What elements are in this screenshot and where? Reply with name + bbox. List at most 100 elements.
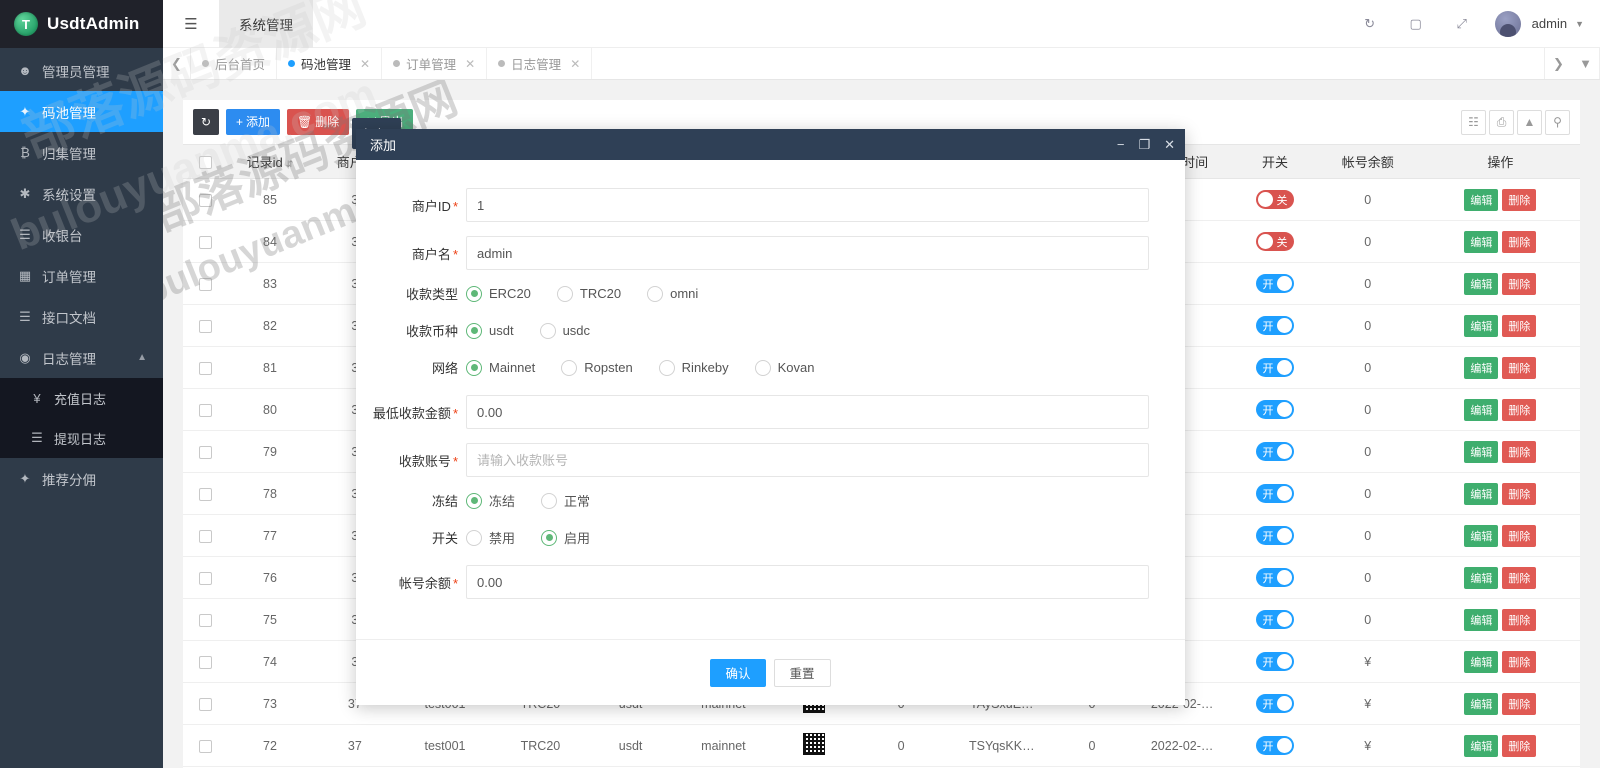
- tab-code-pool[interactable]: 码池管理 ✕: [277, 48, 382, 79]
- radio-switch-启用[interactable]: 启用: [541, 528, 590, 547]
- cell-operations[interactable]: 编辑删除: [1421, 641, 1580, 683]
- edit-button[interactable]: 编辑: [1464, 735, 1498, 757]
- checkbox-icon[interactable]: [199, 156, 212, 169]
- sidebar-item-log-management[interactable]: ◉ 日志管理 ▲: [0, 337, 163, 378]
- cell-switch[interactable]: 开: [1235, 683, 1315, 725]
- sidebar-item-system-settings[interactable]: ✱ 系统设置: [0, 173, 163, 214]
- hamburger-icon[interactable]: ☰: [163, 0, 219, 48]
- edit-button[interactable]: 编辑: [1464, 651, 1498, 673]
- switch-toggle[interactable]: 开: [1256, 442, 1294, 461]
- edit-button[interactable]: 编辑: [1464, 609, 1498, 631]
- row-checkbox[interactable]: [183, 683, 228, 725]
- clear-cache-icon[interactable]: ▢: [1395, 0, 1437, 48]
- row-checkbox[interactable]: [183, 431, 228, 473]
- switch-toggle[interactable]: 关: [1256, 232, 1294, 251]
- switch-toggle[interactable]: 开: [1256, 316, 1294, 335]
- row-checkbox[interactable]: [183, 221, 228, 263]
- delete-row-button[interactable]: 删除: [1502, 525, 1536, 547]
- table-row[interactable]: 7237test001TRC20usdtmainnet0TSYqsKK…0202…: [183, 725, 1580, 767]
- checkbox-icon[interactable]: [199, 236, 212, 249]
- edit-button[interactable]: 编辑: [1464, 483, 1498, 505]
- row-checkbox[interactable]: [183, 263, 228, 305]
- radio-frozen-正常[interactable]: 正常: [541, 491, 590, 510]
- user-menu[interactable]: admin: [1532, 16, 1567, 31]
- fullscreen-icon[interactable]: ⤢: [1441, 0, 1483, 48]
- close-icon[interactable]: ✕: [360, 57, 370, 71]
- qrcode-icon[interactable]: [803, 733, 825, 755]
- sidebar-item-referral-commission[interactable]: ✦ 推荐分佣: [0, 458, 163, 499]
- radio-network-kovan[interactable]: Kovan: [755, 360, 815, 376]
- row-checkbox[interactable]: [183, 347, 228, 389]
- delete-row-button[interactable]: 删除: [1502, 735, 1536, 757]
- delete-row-button[interactable]: 删除: [1502, 567, 1536, 589]
- edit-button[interactable]: 编辑: [1464, 357, 1498, 379]
- cell-operations[interactable]: 编辑删除: [1421, 431, 1580, 473]
- edit-button[interactable]: 编辑: [1464, 567, 1498, 589]
- delete-row-button[interactable]: 删除: [1502, 441, 1536, 463]
- cell-switch[interactable]: 开: [1235, 389, 1315, 431]
- checkbox-icon[interactable]: [199, 656, 212, 669]
- cell-switch[interactable]: 开: [1235, 725, 1315, 767]
- delete-button[interactable]: 🗑 删除: [287, 109, 349, 135]
- switch-toggle[interactable]: 开: [1256, 652, 1294, 671]
- delete-row-button[interactable]: 删除: [1502, 189, 1536, 211]
- checkbox-icon[interactable]: [199, 194, 212, 207]
- minimize-icon[interactable]: −: [1117, 138, 1125, 151]
- row-checkbox[interactable]: [183, 725, 228, 767]
- close-icon[interactable]: ✕: [465, 57, 475, 71]
- row-checkbox[interactable]: [183, 389, 228, 431]
- refresh-icon[interactable]: ↻: [1349, 0, 1391, 48]
- cell-operations[interactable]: 编辑删除: [1421, 347, 1580, 389]
- refresh-button[interactable]: ↻: [193, 109, 219, 135]
- checkbox-icon[interactable]: [199, 278, 212, 291]
- cell-switch[interactable]: 开: [1235, 599, 1315, 641]
- cell-qrcode[interactable]: [774, 725, 854, 767]
- edit-button[interactable]: 编辑: [1464, 399, 1498, 421]
- radio-frozen-冻结[interactable]: 冻结: [466, 491, 515, 510]
- print-icon[interactable]: ⎙: [1489, 110, 1514, 135]
- radio-coin-usdc[interactable]: usdc: [540, 323, 590, 339]
- cell-switch[interactable]: 开: [1235, 641, 1315, 683]
- edit-button[interactable]: 编辑: [1464, 273, 1498, 295]
- edit-button[interactable]: 编辑: [1464, 525, 1498, 547]
- cell-switch[interactable]: 开: [1235, 473, 1315, 515]
- cell-operations[interactable]: 编辑删除: [1421, 557, 1580, 599]
- sidebar-item-api-docs[interactable]: ☰ 接口文档: [0, 296, 163, 337]
- edit-button[interactable]: 编辑: [1464, 189, 1498, 211]
- cell-operations[interactable]: 编辑删除: [1421, 473, 1580, 515]
- balance-input[interactable]: [466, 565, 1149, 599]
- cell-switch[interactable]: 开: [1235, 515, 1315, 557]
- confirm-button[interactable]: 确认: [710, 659, 765, 687]
- cell-operations[interactable]: 编辑删除: [1421, 179, 1580, 221]
- modal-title-bar[interactable]: 添加 − ❐ ✕: [356, 129, 1185, 160]
- search-icon[interactable]: ⚲: [1545, 110, 1570, 135]
- col-record-id[interactable]: 记录id⇵: [228, 145, 313, 179]
- sort-icon[interactable]: ⇵: [286, 159, 294, 169]
- cell-operations[interactable]: 编辑删除: [1421, 263, 1580, 305]
- tab-scroll-right[interactable]: ❯: [1544, 48, 1572, 79]
- tab-dropdown[interactable]: ▼: [1572, 48, 1600, 79]
- tab-scroll-left[interactable]: ❮: [163, 48, 191, 79]
- cell-operations[interactable]: 编辑删除: [1421, 305, 1580, 347]
- radio-network-ropsten[interactable]: Ropsten: [561, 360, 632, 376]
- radio-pay_type-erc20[interactable]: ERC20: [466, 286, 531, 302]
- delete-row-button[interactable]: 删除: [1502, 315, 1536, 337]
- checkbox-icon[interactable]: [199, 320, 212, 333]
- checkbox-icon[interactable]: [199, 446, 212, 459]
- columns-icon[interactable]: ☷: [1461, 110, 1486, 135]
- cell-operations[interactable]: 编辑删除: [1421, 389, 1580, 431]
- tab-order-management[interactable]: 订单管理 ✕: [382, 48, 487, 79]
- close-icon[interactable]: ✕: [1164, 138, 1175, 151]
- edit-button[interactable]: 编辑: [1464, 441, 1498, 463]
- cell-switch[interactable]: 开: [1235, 263, 1315, 305]
- sidebar-logo[interactable]: T UsdtAdmin: [0, 0, 163, 48]
- cell-operations[interactable]: 编辑删除: [1421, 515, 1580, 557]
- cell-switch[interactable]: 开: [1235, 347, 1315, 389]
- row-checkbox[interactable]: [183, 179, 228, 221]
- checkbox-icon[interactable]: [199, 362, 212, 375]
- cell-switch[interactable]: 开: [1235, 557, 1315, 599]
- header-nav-tab-system[interactable]: 系统管理: [219, 0, 313, 48]
- sidebar-subitem-withdraw-log[interactable]: ☰ 提现日志: [0, 418, 163, 458]
- cell-switch[interactable]: 开: [1235, 305, 1315, 347]
- row-checkbox[interactable]: [183, 473, 228, 515]
